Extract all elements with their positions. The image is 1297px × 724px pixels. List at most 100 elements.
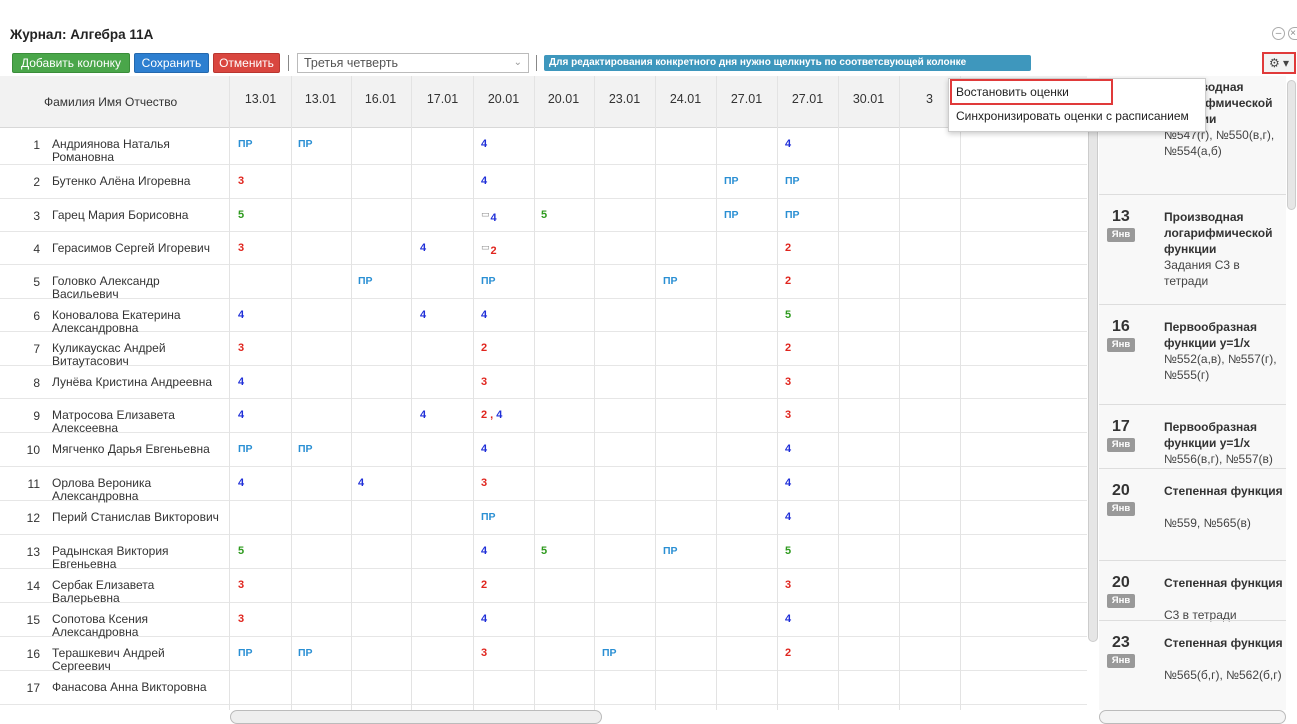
grade-cell[interactable]: 2: [481, 342, 487, 354]
student-name[interactable]: Сопотова Ксения Александровна: [52, 613, 222, 639]
grid-vertical-scrollbar[interactable]: [1088, 80, 1098, 642]
student-name[interactable]: Куликаускас Андрей Витаутасович: [52, 342, 222, 368]
minimize-icon[interactable]: –: [1272, 27, 1285, 40]
comment-icon[interactable]: ▭: [481, 209, 490, 219]
grade-cell[interactable]: 2: [785, 242, 791, 254]
grade-cell[interactable]: 4: [481, 545, 487, 557]
date-column-header[interactable]: 20.01: [533, 92, 594, 106]
date-column-header[interactable]: 16.01: [350, 92, 411, 106]
grade-cell[interactable]: 3: [785, 376, 791, 388]
settings-dropdown-button[interactable]: ⚙ ▾: [1262, 52, 1296, 74]
grade-cell[interactable]: ПР: [481, 511, 496, 523]
restore-grades-menu-item[interactable]: Востановить оценки: [950, 79, 1113, 105]
grade-cell[interactable]: ПР: [358, 275, 373, 287]
student-name[interactable]: Фанасова Анна Викторовна: [52, 681, 222, 694]
grade-cell[interactable]: 5: [541, 209, 547, 221]
date-column-header[interactable]: 20.01: [473, 92, 534, 106]
save-button[interactable]: Сохранить: [134, 53, 209, 73]
date-column-header[interactable]: 23.01: [594, 92, 655, 106]
grade-cell[interactable]: 4: [238, 409, 244, 421]
student-name[interactable]: Радынская Виктория Евгеньевна: [52, 545, 222, 571]
grade-cell[interactable]: 4: [785, 138, 791, 150]
grade-cell[interactable]: ПР: [663, 275, 678, 287]
date-column-header[interactable]: 30.01: [838, 92, 899, 106]
student-name[interactable]: Головко Александр Васильевич: [52, 275, 222, 301]
grid-horizontal-scrollbar[interactable]: [230, 710, 602, 724]
close-icon[interactable]: ×: [1288, 27, 1297, 40]
grade-cell[interactable]: 4: [481, 175, 487, 187]
sync-schedule-menu-item[interactable]: Синхронизировать оценки с расписанием: [956, 109, 1189, 123]
panel-vertical-scrollbar[interactable]: [1287, 80, 1296, 210]
grade-cell[interactable]: 3: [785, 409, 791, 421]
grade-cell[interactable]: 4: [785, 613, 791, 625]
student-name[interactable]: Терашкевич Андрей Сергеевич: [52, 647, 222, 673]
grade-cell[interactable]: 4: [238, 376, 244, 388]
grade-cell[interactable]: 3: [481, 376, 487, 388]
date-column-header[interactable]: 27.01: [777, 92, 838, 106]
grade-cell[interactable]: 2 , 4: [481, 409, 502, 421]
grade-cell[interactable]: 5: [785, 309, 791, 321]
grade-cell[interactable]: 3: [238, 579, 244, 591]
grade-cell[interactable]: 4: [481, 138, 487, 150]
grade-cell[interactable]: ПР: [785, 209, 800, 221]
grade-cell[interactable]: 4: [481, 613, 487, 625]
grade-cell[interactable]: 4: [785, 477, 791, 489]
student-name[interactable]: Герасимов Сергей Игоревич: [52, 242, 222, 255]
grade-cell[interactable]: 4: [420, 242, 426, 254]
grade-cell[interactable]: 4: [358, 477, 364, 489]
grade-cell[interactable]: 4: [238, 477, 244, 489]
grade-cell[interactable]: 5: [541, 545, 547, 557]
grade-cell[interactable]: 4: [420, 309, 426, 321]
student-name[interactable]: Лунёва Кристина Андреевна: [52, 376, 222, 389]
grade-cell[interactable]: 3: [238, 242, 244, 254]
grade-cell[interactable]: 4: [481, 443, 487, 455]
date-column-header[interactable]: 17.01: [412, 92, 473, 106]
grade-cell[interactable]: 3: [238, 613, 244, 625]
grade-cell[interactable]: 2: [785, 275, 791, 287]
grade-cell[interactable]: ПР: [663, 545, 678, 557]
grade-cell[interactable]: 3: [481, 477, 487, 489]
grade-cell[interactable]: 3: [785, 579, 791, 591]
grade-cell[interactable]: 4: [785, 511, 791, 523]
student-name[interactable]: Орлова Вероника Александровна: [52, 477, 222, 503]
grade-cell[interactable]: ▭2: [481, 242, 497, 257]
student-name[interactable]: Сербак Елизавета Валерьевна: [52, 579, 222, 605]
grade-cell[interactable]: ПР: [481, 275, 496, 287]
period-select[interactable]: Третья четверть ⌄: [297, 53, 529, 73]
grade-cell[interactable]: ПР: [238, 647, 253, 659]
student-name[interactable]: Гарец Мария Борисовна: [52, 209, 222, 222]
grade-cell[interactable]: ПР: [602, 647, 617, 659]
panel-horizontal-scrollbar[interactable]: [1099, 710, 1286, 724]
date-column-header[interactable]: 27.01: [716, 92, 777, 106]
cancel-button[interactable]: Отменить: [213, 53, 280, 73]
grade-cell[interactable]: ПР: [724, 175, 739, 187]
grade-cell[interactable]: 4: [481, 309, 487, 321]
date-column-header[interactable]: 13.01: [290, 92, 351, 106]
date-column-header[interactable]: 24.01: [655, 92, 716, 106]
grade-cell[interactable]: ПР: [298, 443, 313, 455]
grade-cell[interactable]: ПР: [238, 138, 253, 150]
grade-cell[interactable]: ПР: [724, 209, 739, 221]
student-name[interactable]: Матросова Елизавета Алексеевна: [52, 409, 222, 435]
date-column-header[interactable]: 13.01: [230, 92, 291, 106]
grade-cell[interactable]: 4: [238, 309, 244, 321]
comment-icon[interactable]: ▭: [481, 242, 490, 252]
student-name[interactable]: Андриянова Наталья Романовна: [52, 138, 222, 164]
grade-cell[interactable]: 5: [238, 545, 244, 557]
grade-cell[interactable]: 3: [238, 175, 244, 187]
grade-cell[interactable]: 2: [785, 647, 791, 659]
grade-cell[interactable]: 2: [785, 342, 791, 354]
grade-cell[interactable]: ПР: [238, 443, 253, 455]
student-name[interactable]: Перий Станислав Викторович: [52, 511, 222, 524]
student-name[interactable]: Мягченко Дарья Евгеньевна: [52, 443, 222, 456]
grade-cell[interactable]: 4: [785, 443, 791, 455]
student-name[interactable]: Бутенко Алёна Игоревна: [52, 175, 222, 188]
add-column-button[interactable]: Добавить колонку: [12, 53, 130, 73]
grade-cell[interactable]: 3: [481, 647, 487, 659]
grade-cell[interactable]: ПР: [298, 647, 313, 659]
grade-cell[interactable]: 2: [481, 579, 487, 591]
grade-cell[interactable]: 3: [238, 342, 244, 354]
grade-cell[interactable]: ▭4: [481, 209, 497, 224]
grade-cell[interactable]: 4: [420, 409, 426, 421]
grade-cell[interactable]: 5: [238, 209, 244, 221]
